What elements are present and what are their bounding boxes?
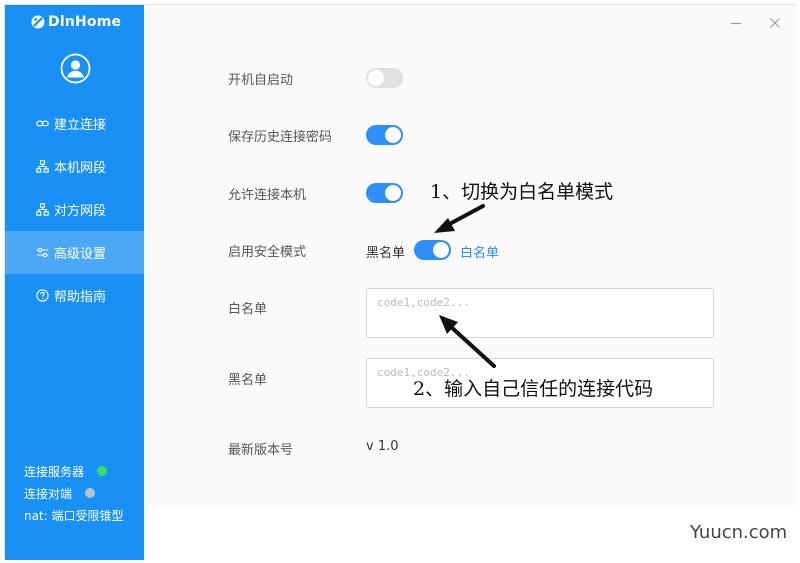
sidebar-item-peer-network[interactable]: 对方网段 (5, 188, 144, 231)
sidebar-item-label: 本机网段 (54, 161, 107, 176)
peer-status: 连接对端 (24, 482, 142, 504)
watermark: Yuucn.com (690, 522, 788, 543)
sidebar-item-label: 对方网段 (54, 204, 107, 219)
connection-status: 连接服务器 连接对端 nat: 端口受限锥型 (24, 460, 142, 526)
safe-mode-toggle[interactable] (414, 240, 451, 260)
save-password-label: 保存历史连接密码 (228, 130, 333, 145)
whitelist-label: 白名单 (228, 302, 268, 317)
network-icon (36, 160, 49, 173)
sidebar-item-label: 高级设置 (54, 247, 107, 262)
app-title: DlnHome (48, 14, 122, 30)
annotation-step-2: 2、输入自己信任的连接代码 (413, 378, 654, 400)
nat-status: nat: 端口受限锥型 (24, 504, 142, 526)
blacklist-label: 黑名单 (228, 373, 268, 388)
allow-connect-label: 允许连接本机 (228, 188, 307, 203)
network-icon (36, 203, 49, 216)
toggle-knob (433, 242, 449, 258)
link-icon (36, 120, 49, 127)
toggle-knob (385, 127, 401, 143)
app-brand: DlnHome (31, 12, 121, 32)
peer-status-label: 连接对端 (24, 486, 73, 501)
version-label: 最新版本号 (228, 443, 294, 458)
save-password-toggle[interactable] (366, 125, 403, 145)
whitelist-input[interactable] (366, 288, 714, 338)
version-value: v 1.0 (366, 439, 399, 454)
nat-status-label: nat: 端口受限锥型 (24, 508, 124, 523)
autostart-toggle[interactable] (366, 68, 403, 88)
server-status-label: 连接服务器 (24, 464, 85, 479)
sidebar-item-local-network[interactable]: 本机网段 (5, 145, 144, 188)
close-icon[interactable] (767, 15, 783, 31)
toggle-knob (385, 185, 401, 201)
peer-status-indicator (85, 488, 96, 498)
app-logo-icon (31, 15, 45, 29)
app-window: DlnHome 建立连接 本机网段 对方网段 高级设置 帮助指南 连接服务器 连… (4, 4, 797, 560)
autostart-label: 开机自启动 (228, 73, 294, 88)
sidebar-item-advanced-settings[interactable]: 高级设置 (5, 231, 144, 274)
safe-mode-label: 启用安全模式 (228, 245, 307, 260)
sidebar-item-label: 帮助指南 (54, 290, 107, 305)
server-status: 连接服务器 (24, 460, 142, 482)
sidebar-item-label: 建立连接 (54, 118, 107, 133)
allow-connect-toggle[interactable] (366, 183, 403, 203)
server-status-indicator (97, 466, 108, 476)
sidebar-item-help[interactable]: 帮助指南 (5, 274, 144, 317)
sidebar: DlnHome 建立连接 本机网段 对方网段 高级设置 帮助指南 连接服务器 连… (5, 5, 144, 560)
settings-panel: 开机自启动 保存历史连接密码 允许连接本机 启用安全模式 黑名单 白名单 白名单… (144, 5, 797, 505)
sidebar-item-connect[interactable]: 建立连接 (5, 102, 144, 145)
blacklist-option-label: 黑名单 (366, 246, 406, 261)
whitelist-option-label: 白名单 (460, 246, 500, 261)
avatar-icon[interactable] (60, 53, 91, 84)
sidebar-nav: 建立连接 本机网段 对方网段 高级设置 帮助指南 (5, 102, 144, 317)
sliders-icon (36, 247, 49, 258)
annotation-step-1: 1、切换为白名单模式 (430, 181, 614, 203)
minimize-icon[interactable] (728, 15, 744, 31)
help-circle-icon (36, 289, 49, 302)
toggle-knob (368, 70, 384, 86)
